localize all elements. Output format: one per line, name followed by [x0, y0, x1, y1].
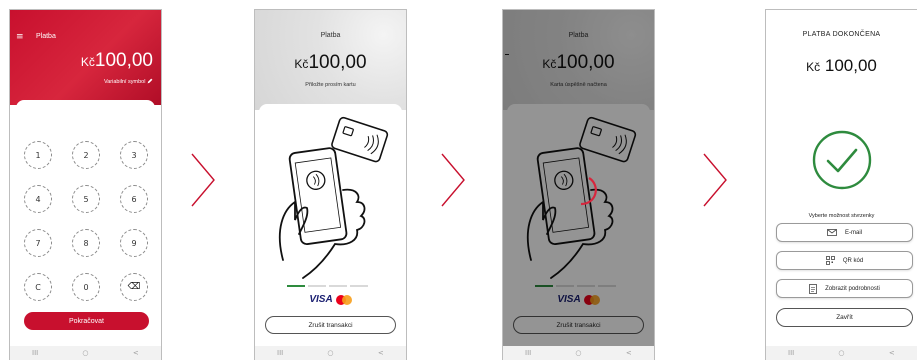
- key-8[interactable]: 8: [72, 229, 100, 257]
- recents-icon[interactable]: III: [518, 349, 538, 357]
- system-navbar: III ○ <: [255, 346, 406, 360]
- key-3[interactable]: 3: [120, 141, 148, 169]
- key-1[interactable]: 1: [24, 141, 52, 169]
- screen-title: PLATBA DOKONČENA: [802, 31, 881, 38]
- success-check-icon: [812, 130, 872, 190]
- key-9[interactable]: 9: [120, 229, 148, 257]
- key-0[interactable]: 0: [72, 273, 100, 301]
- system-navbar: III ○ <: [766, 346, 917, 360]
- screen-payment-complete: PLATBA DOKONČENA Kč 100,00 Vyberte možno…: [765, 9, 917, 360]
- variable-symbol-link[interactable]: Variabilní symbol: [104, 78, 153, 85]
- amount-value: 100,00: [94, 50, 153, 71]
- screen-tap-card: Platba Kč100,00 Přiložte prosím kartu VI…: [254, 9, 407, 360]
- chevron-right-icon: [191, 153, 215, 207]
- continue-button[interactable]: Pokračovat: [24, 312, 149, 330]
- home-icon[interactable]: ○: [568, 349, 588, 357]
- screen-amount-entry: ≡ Platba Kč100,00 Variabilní symbol 1 2 …: [9, 9, 162, 360]
- cancel-transaction-button[interactable]: Zrušit transakci: [265, 316, 396, 334]
- envelope-icon: [827, 229, 837, 236]
- qr-receipt-button[interactable]: QR kód: [776, 251, 913, 270]
- screen-title: Platba: [36, 33, 56, 40]
- tap-to-pay-illustration-icon: [278, 116, 389, 279]
- currency-label: Kč: [294, 57, 309, 71]
- amount-display: Kč100,00: [81, 50, 153, 72]
- details-label: Zobrazit podrobnosti: [825, 285, 880, 292]
- home-icon[interactable]: ○: [320, 349, 340, 357]
- home-icon[interactable]: ○: [75, 349, 95, 357]
- key-5[interactable]: 5: [72, 185, 100, 213]
- amount-value: 100,00: [308, 52, 367, 73]
- system-navbar: III ○ <: [10, 346, 161, 360]
- back-icon[interactable]: <: [126, 349, 146, 357]
- document-icon: [809, 283, 818, 294]
- menu-icon[interactable]: ≡: [16, 32, 24, 42]
- qr-code-icon: [825, 256, 835, 265]
- home-icon[interactable]: ○: [831, 349, 851, 357]
- status-indicator: [505, 54, 509, 55]
- currency-label: Kč: [80, 55, 95, 69]
- screen-card-read: Platba Kč100,00 Karta úspěšně načtena VI…: [502, 9, 655, 360]
- keypad: 1 2 3 4 5 6 7 8 9 C 0 ⌫: [24, 141, 149, 301]
- back-icon[interactable]: <: [882, 349, 902, 357]
- close-button[interactable]: Zavřít: [776, 308, 913, 327]
- back-icon[interactable]: <: [371, 349, 391, 357]
- key-4[interactable]: 4: [24, 185, 52, 213]
- key-7[interactable]: 7: [24, 229, 52, 257]
- card-brands: VISA: [255, 294, 406, 305]
- read-progress-arc-icon: [580, 177, 597, 206]
- status-message: Přiložte prosím kartu: [305, 82, 356, 88]
- key-clear[interactable]: C: [24, 273, 52, 301]
- mastercard-logo-icon: [335, 294, 352, 305]
- recents-icon[interactable]: III: [270, 349, 290, 357]
- amount-display: Kč100,00: [255, 52, 406, 74]
- visa-logo: VISA: [309, 294, 333, 305]
- back-icon[interactable]: <: [619, 349, 639, 357]
- key-2[interactable]: 2: [72, 141, 100, 169]
- email-label: E-mail: [844, 229, 862, 236]
- variable-symbol-label: Variabilní symbol: [103, 79, 146, 85]
- pencil-icon: [147, 78, 153, 84]
- email-receipt-button[interactable]: E-mail: [776, 223, 913, 242]
- progress-indicator: [287, 285, 368, 287]
- screen-title: Platba: [320, 32, 341, 39]
- recents-icon[interactable]: III: [781, 349, 801, 357]
- recents-icon[interactable]: III: [25, 349, 45, 357]
- system-navbar: III ○ <: [503, 346, 654, 360]
- receipt-prompt: Vyberte možnost stvrzenky: [808, 213, 875, 219]
- show-details-button[interactable]: Zobrazit podrobnosti: [776, 279, 913, 298]
- amount-display: Kč 100,00: [766, 56, 917, 76]
- amount-value: 100,00: [824, 56, 877, 75]
- chevron-right-icon: [703, 153, 727, 207]
- key-6[interactable]: 6: [120, 185, 148, 213]
- currency-label: Kč: [806, 60, 821, 74]
- qr-label: QR kód: [842, 257, 864, 264]
- chevron-right-icon: [441, 153, 465, 207]
- backspace-icon[interactable]: ⌫: [120, 273, 148, 301]
